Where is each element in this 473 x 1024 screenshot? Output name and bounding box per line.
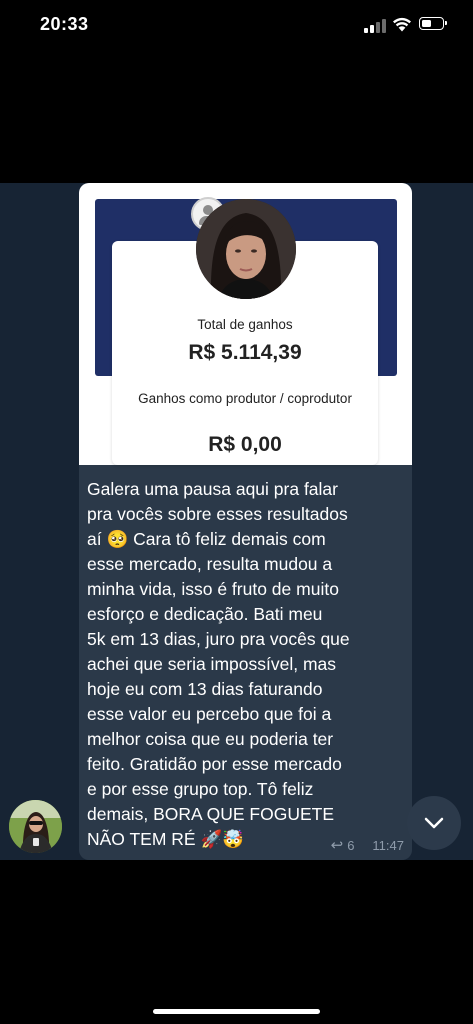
- profile-photo: [196, 199, 296, 299]
- wifi-icon: [393, 17, 411, 32]
- message-time: 11:47: [372, 837, 404, 853]
- battery-icon: [419, 17, 447, 30]
- status-bar: 20:33: [0, 0, 473, 52]
- status-time: 20:33: [40, 14, 89, 34]
- chat-area[interactable]: Total de ganhos R$ 5.114,39 Ganhos como …: [0, 183, 473, 860]
- message-bubble[interactable]: Total de ganhos R$ 5.114,39 Ganhos como …: [79, 183, 412, 860]
- total-earnings-label: Total de ganhos: [197, 317, 293, 332]
- message-meta: ↩ 6 11:47: [331, 836, 404, 854]
- reply-count: 6: [347, 837, 355, 853]
- attached-screenshot[interactable]: Total de ganhos R$ 5.114,39 Ganhos como …: [79, 183, 412, 465]
- producer-earnings-label: Ganhos como produtor / coprodutor: [138, 391, 352, 406]
- producer-earnings-value: R$ 0,00: [208, 433, 282, 456]
- home-indicator[interactable]: [153, 1009, 320, 1014]
- scroll-down-button[interactable]: [407, 796, 461, 850]
- signal-icon: [364, 19, 386, 33]
- reply-arrow-icon[interactable]: ↩: [331, 836, 344, 854]
- total-earnings-value: R$ 5.114,39: [188, 341, 302, 364]
- message-text: Galera uma pausa aqui pra falar pra você…: [87, 479, 350, 849]
- chevron-down-icon: [424, 817, 444, 829]
- sender-avatar[interactable]: [9, 800, 62, 853]
